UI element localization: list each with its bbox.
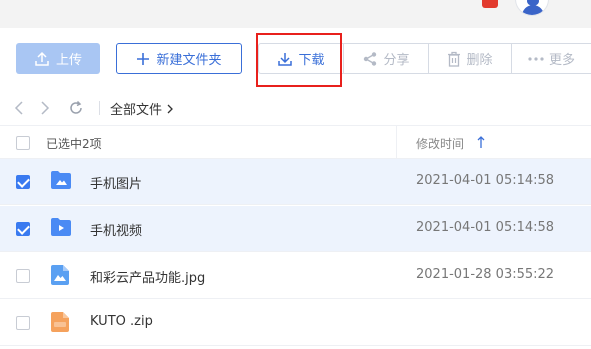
column-divider [396, 126, 397, 159]
notification-badge[interactable] [482, 0, 498, 8]
plus-icon [137, 52, 150, 65]
upload-icon [35, 51, 49, 66]
user-avatar[interactable] [515, 0, 549, 16]
row-checkbox[interactable] [16, 175, 30, 189]
zip-file-icon [51, 312, 69, 332]
trash-icon [448, 51, 461, 67]
top-bar [0, 0, 591, 28]
chevron-right-icon [167, 104, 173, 113]
row-checkbox[interactable] [16, 269, 30, 283]
file-row[interactable]: KUTO .zip [0, 300, 591, 346]
new-folder-button[interactable]: 新建文件夹 [116, 43, 242, 74]
sort-up-arrow-icon[interactable] [476, 135, 486, 149]
download-button[interactable]: 下载 [259, 44, 344, 73]
file-row[interactable]: 手机图片 2021-04-01 05:14:58 [0, 159, 591, 205]
share-icon [364, 51, 377, 66]
file-row[interactable]: 和彩云产品功能.jpg 2021-01-28 03:55:22 [0, 253, 591, 299]
file-time: 2021-04-01 05:14:58 [416, 173, 555, 188]
toolbar: 上传 新建文件夹 下载 分享 删除 更多 [0, 28, 591, 90]
breadcrumb-divider [99, 101, 100, 115]
refresh-icon[interactable] [68, 100, 84, 116]
image-folder-icon [51, 171, 71, 189]
file-name[interactable]: 手机图片 [90, 173, 142, 192]
delete-label: 删除 [466, 53, 493, 68]
table-header: 已选中2项 修改时间 [0, 125, 591, 159]
chevron-left-icon[interactable] [14, 100, 24, 116]
select-all-checkbox[interactable] [16, 136, 30, 150]
chevron-right-icon[interactable] [40, 100, 50, 116]
time-column-header[interactable]: 修改时间 [416, 135, 464, 152]
ellipsis-icon [528, 56, 544, 61]
file-row[interactable]: 手机视频 2021-04-01 05:14:58 [0, 206, 591, 252]
delete-button[interactable]: 删除 [429, 44, 512, 73]
upload-button[interactable]: 上传 [16, 43, 100, 74]
more-button[interactable]: 更多 [512, 44, 591, 73]
file-name[interactable]: KUTO .zip [90, 314, 153, 329]
more-label: 更多 [548, 53, 575, 68]
file-time: 2021-01-28 03:55:22 [416, 267, 555, 282]
row-checkbox[interactable] [16, 222, 30, 236]
file-action-group: 下载 分享 删除 更多 [258, 43, 591, 74]
file-time: 2021-04-01 05:14:58 [416, 220, 555, 235]
breadcrumb[interactable]: 全部文件 [110, 99, 174, 118]
row-checkbox[interactable] [16, 316, 30, 330]
share-button[interactable]: 分享 [344, 44, 429, 73]
file-name[interactable]: 和彩云产品功能.jpg [90, 267, 205, 286]
video-folder-icon [51, 218, 71, 236]
download-icon [278, 52, 293, 66]
breadcrumb-bar: 全部文件 [0, 92, 591, 124]
image-file-icon [51, 265, 69, 285]
download-label: 下载 [298, 53, 325, 68]
selection-count: 已选中2项 [46, 137, 102, 151]
share-label: 分享 [383, 53, 410, 68]
breadcrumb-current[interactable]: 全部文件 [110, 99, 162, 118]
upload-label: 上传 [55, 53, 82, 68]
file-name[interactable]: 手机视频 [90, 220, 142, 239]
new-folder-label: 新建文件夹 [156, 53, 222, 68]
